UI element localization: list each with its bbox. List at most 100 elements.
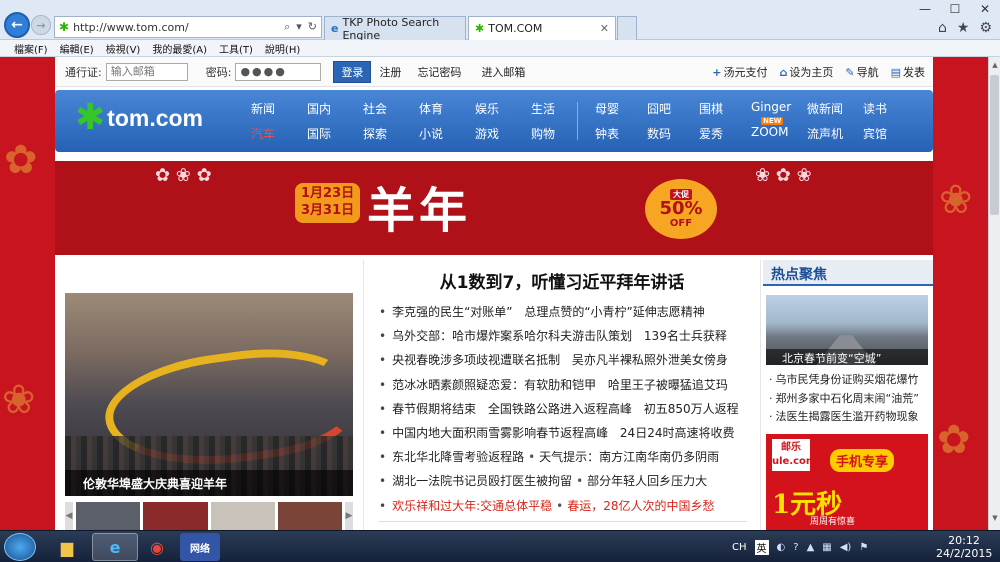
- thumbnail[interactable]: [210, 502, 275, 530]
- tab-tkp[interactable]: e TKP Photo Search Engine: [324, 16, 466, 42]
- nav-jiongba[interactable]: 囧吧: [647, 100, 699, 117]
- nav-entertainment[interactable]: 娱乐: [475, 100, 531, 117]
- network-icon[interactable]: ▦: [822, 542, 831, 553]
- news-item[interactable]: 中国内地大面积雨雪雾影响春节返程高峰 24日24时高速将收费: [379, 421, 760, 445]
- new-year-banner[interactable]: ✿ ❀ ✿ ❀ ✿ ❀ 1月23日 3月31日 羊年 大促 50% OFF: [55, 161, 933, 255]
- nav-life[interactable]: 生活: [531, 100, 587, 117]
- nav-micro-news[interactable]: 微新闻: [807, 100, 863, 117]
- nav-novel[interactable]: 小说: [419, 125, 475, 142]
- navigation-link[interactable]: ✎ 导航: [845, 64, 878, 80]
- nav-games[interactable]: 游戏: [475, 125, 531, 142]
- news-item[interactable]: 湖北一法院书记员殴打医生被拘留•部分年轻人回乡压力大: [379, 469, 760, 493]
- nav-parenting[interactable]: 母婴: [595, 100, 647, 117]
- nav-sports[interactable]: 体育: [419, 100, 475, 117]
- nav-news[interactable]: 新闻: [251, 100, 307, 117]
- ime-language[interactable]: CH: [732, 542, 747, 553]
- taskbar-clock[interactable]: 20:12 24/2/2015: [936, 534, 992, 560]
- start-button[interactable]: [4, 533, 36, 561]
- publish-link[interactable]: ▤ 发表: [891, 64, 925, 80]
- main-headline[interactable]: 从1数到7，听懂习近平拜年讲话: [364, 268, 760, 294]
- gear-icon[interactable]: ⚙: [979, 20, 992, 36]
- login-button[interactable]: 登录: [333, 60, 372, 83]
- flag-icon[interactable]: ⚑: [859, 542, 868, 553]
- ime-mode[interactable]: 英: [754, 539, 769, 555]
- scroll-down-icon[interactable]: ▼: [990, 514, 1000, 526]
- close-tab-icon[interactable]: ✕: [600, 22, 609, 35]
- set-homepage-link[interactable]: ⌂ 设为主页: [780, 64, 834, 80]
- news-item[interactable]: 欢乐祥和过大年:交通总体平稳•春运，28亿人次的中国乡愁: [379, 494, 760, 518]
- account-input[interactable]: [105, 62, 188, 81]
- nav-hotels[interactable]: 宾馆: [863, 125, 915, 142]
- hot-item[interactable]: 法医生揭露医生滥开药物现象: [769, 408, 919, 427]
- vertical-scrollbar[interactable]: ▲ ▼: [988, 57, 1000, 530]
- refresh-icon[interactable]: ↻: [308, 20, 317, 34]
- thumbnail[interactable]: [143, 502, 208, 530]
- hot-image-caption[interactable]: 北京春节前变“空城”: [766, 349, 928, 365]
- news-item[interactable]: 东北华北降雪考验返程路•天气提示：南方江南华南仍多阴雨: [379, 445, 760, 469]
- pay-link[interactable]: + 汤元支付: [712, 64, 767, 80]
- news-item[interactable]: 春节假期将结束 全国铁路公路进入返程高峰 初五850万人返程: [379, 397, 760, 421]
- nav-ginger[interactable]: Ginger: [751, 100, 807, 117]
- tab-tom[interactable]: ✱ TOM.COM ✕: [468, 16, 616, 40]
- scroll-up-icon[interactable]: ▲: [990, 61, 1000, 73]
- chrome-taskbar-icon[interactable]: ◉: [134, 533, 180, 561]
- news-item[interactable]: 央视春晚涉多项歧视遭联名抵制 吴亦凡半裸私照外泄美女傍身: [379, 348, 760, 372]
- site-logo[interactable]: ✱ tom.com: [75, 100, 203, 136]
- scroll-thumb[interactable]: [990, 75, 999, 215]
- new-tab-button[interactable]: [617, 16, 637, 40]
- home-icon[interactable]: ⌂: [938, 20, 947, 36]
- news-item[interactable]: 乌外交部：哈市爆炸案系哈尔科夫游击队策划 139名士兵获释: [379, 324, 760, 348]
- menu-favorites[interactable]: 我的最愛(A): [152, 41, 207, 56]
- back-button[interactable]: ←: [4, 12, 30, 38]
- nav-watches[interactable]: 钟表: [595, 125, 647, 142]
- enter-mailbox-link[interactable]: 进入邮箱: [481, 64, 525, 80]
- close-window-button[interactable]: ✕: [970, 0, 1000, 18]
- nav-international[interactable]: 国际: [307, 125, 363, 142]
- menu-edit[interactable]: 編輯(E): [60, 41, 94, 56]
- hot-item[interactable]: 郑州多家中石化周末闹“油荒”: [769, 390, 919, 409]
- photo-caption[interactable]: 伦敦华埠盛大庆典喜迎羊年: [65, 470, 353, 496]
- news-item[interactable]: 李克强的民生“对账单” 总理点赞的“小青柠”延伸志愿精神: [379, 300, 760, 324]
- menu-tools[interactable]: 工具(T): [219, 41, 253, 56]
- menu-file[interactable]: 檔案(F): [14, 41, 48, 56]
- forgot-password-link[interactable]: 忘记密码: [417, 64, 461, 80]
- password-input[interactable]: [235, 62, 322, 81]
- nav-go[interactable]: 围棋: [699, 100, 751, 117]
- nav-domestic[interactable]: 国内: [307, 100, 363, 117]
- address-bar[interactable]: ✱ http://www.tom.com/ ⌕ ▾ ↻: [54, 16, 322, 38]
- nav-show[interactable]: 爱秀: [699, 125, 751, 142]
- explorer-taskbar-icon[interactable]: ▆: [44, 533, 90, 561]
- favorites-star-icon[interactable]: ★: [957, 20, 970, 36]
- volume-icon[interactable]: ◀): [840, 542, 852, 553]
- nav-shopping[interactable]: 购物: [531, 125, 587, 142]
- ime-tools-icon[interactable]: ◐: [777, 542, 786, 553]
- focus-photo[interactable]: 伦敦华埠盛大庆典喜迎羊年: [65, 293, 353, 496]
- hot-focus-image[interactable]: 北京春节前变“空城”: [766, 295, 928, 365]
- nav-auto[interactable]: 汽车: [251, 125, 307, 142]
- nav-digital[interactable]: 数码: [647, 125, 699, 142]
- maximize-button[interactable]: ☐: [940, 0, 970, 18]
- dropdown-icon[interactable]: ▾: [296, 20, 302, 34]
- thumbnail[interactable]: [76, 502, 141, 530]
- register-link[interactable]: 注册: [379, 64, 401, 80]
- news-item[interactable]: 范冰冰晒素颜照疑恋爱：有软肋和铠甲 哈里王子被曝猛追艾玛: [379, 373, 760, 397]
- nav-music[interactable]: 流声机: [807, 125, 863, 142]
- prev-arrow-icon[interactable]: ◀: [65, 502, 73, 530]
- forward-button[interactable]: →: [31, 15, 51, 35]
- nav-reading[interactable]: 读书: [863, 100, 915, 117]
- nav-explore[interactable]: 探索: [363, 125, 419, 142]
- ie-taskbar-icon[interactable]: e: [92, 533, 138, 561]
- nav-society[interactable]: 社会: [363, 100, 419, 117]
- hot-item[interactable]: 乌市民凭身份证购买烟花爆竹: [769, 371, 919, 390]
- minimize-button[interactable]: —: [910, 0, 940, 18]
- menu-help[interactable]: 說明(H): [265, 41, 300, 56]
- nav-zoom[interactable]: ZOOM: [751, 125, 807, 142]
- ule-advertisement[interactable]: 邮乐 ule.com 手机专享 1元秒 周周有惊喜: [766, 434, 928, 530]
- menu-view[interactable]: 檢視(V): [106, 41, 141, 56]
- help-icon[interactable]: ?: [793, 542, 798, 553]
- network-app-taskbar-icon[interactable]: 网络: [180, 533, 220, 561]
- show-hidden-icon[interactable]: ▲: [807, 542, 815, 553]
- search-icon[interactable]: ⌕: [284, 20, 290, 34]
- next-arrow-icon[interactable]: ▶: [345, 502, 353, 530]
- thumbnail[interactable]: [277, 502, 342, 530]
